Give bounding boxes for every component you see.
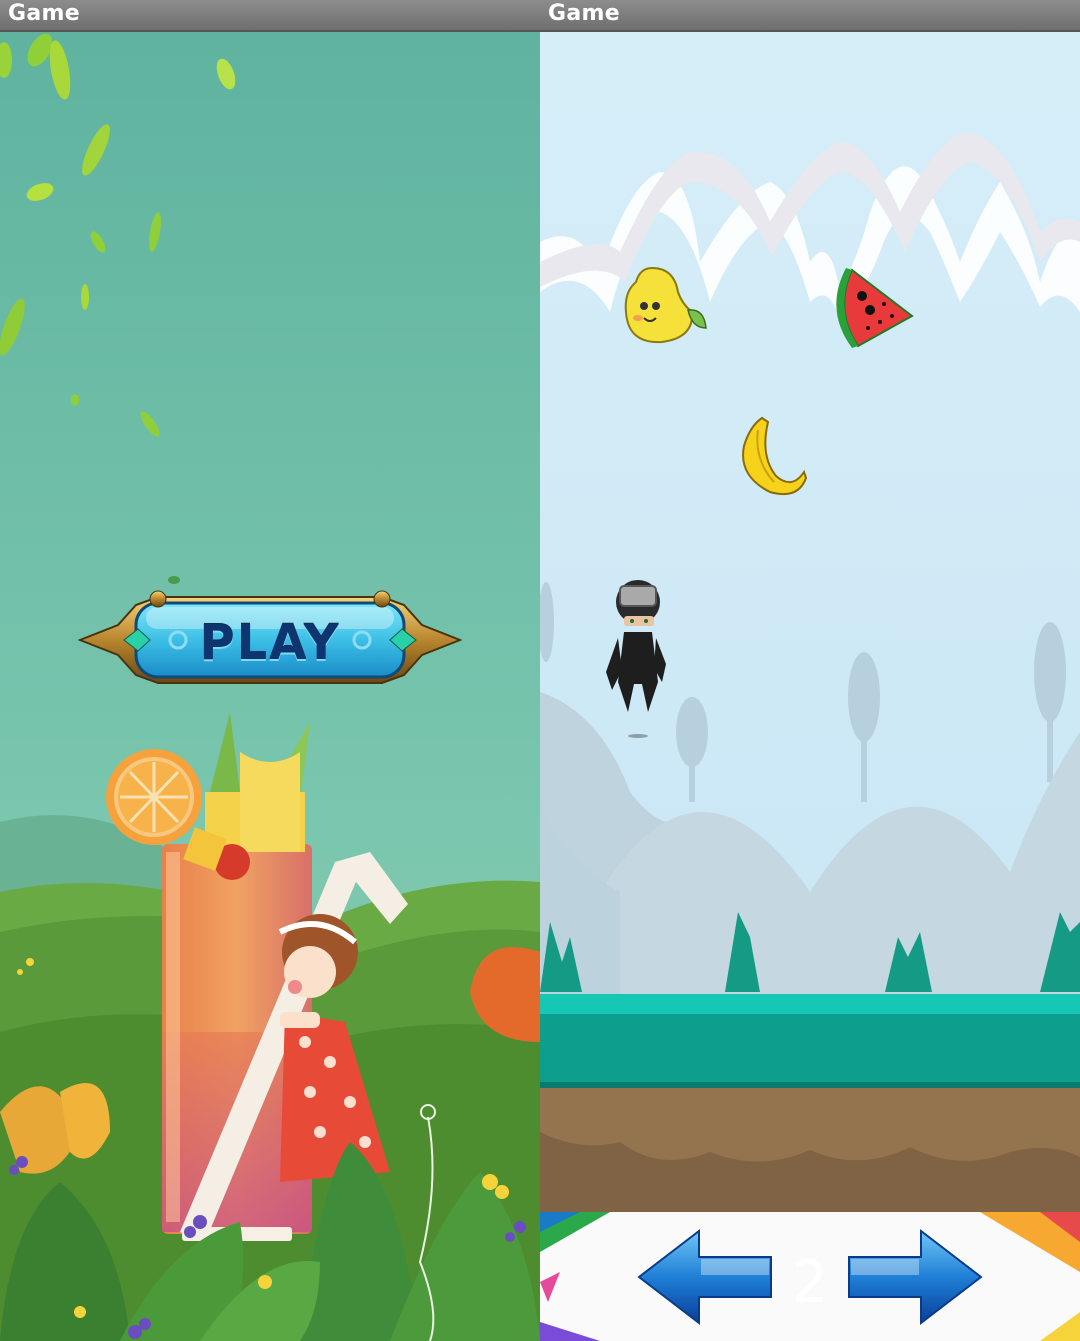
left-arrow-button[interactable] <box>635 1227 775 1327</box>
window-title-bar: Game <box>540 0 1080 32</box>
watermelon-fruit <box>836 268 914 348</box>
orange-slice <box>106 749 202 845</box>
gameplay-screen: Game 2 <box>540 0 1080 1341</box>
right-arrow-button[interactable] <box>845 1227 985 1327</box>
title-screen: Game PLAY <box>0 0 540 1341</box>
window-title-bar: Game <box>0 0 540 32</box>
pear-fruit <box>624 266 707 344</box>
score-counter: 2 <box>791 1248 829 1316</box>
banana-fruit <box>742 416 808 496</box>
control-bar: 2 <box>540 1212 1080 1341</box>
play-button[interactable]: PLAY <box>78 585 462 695</box>
play-label: PLAY <box>199 615 341 671</box>
window-title: Game <box>548 1 620 26</box>
ninja-player <box>606 580 666 738</box>
window-title: Game <box>8 1 80 26</box>
